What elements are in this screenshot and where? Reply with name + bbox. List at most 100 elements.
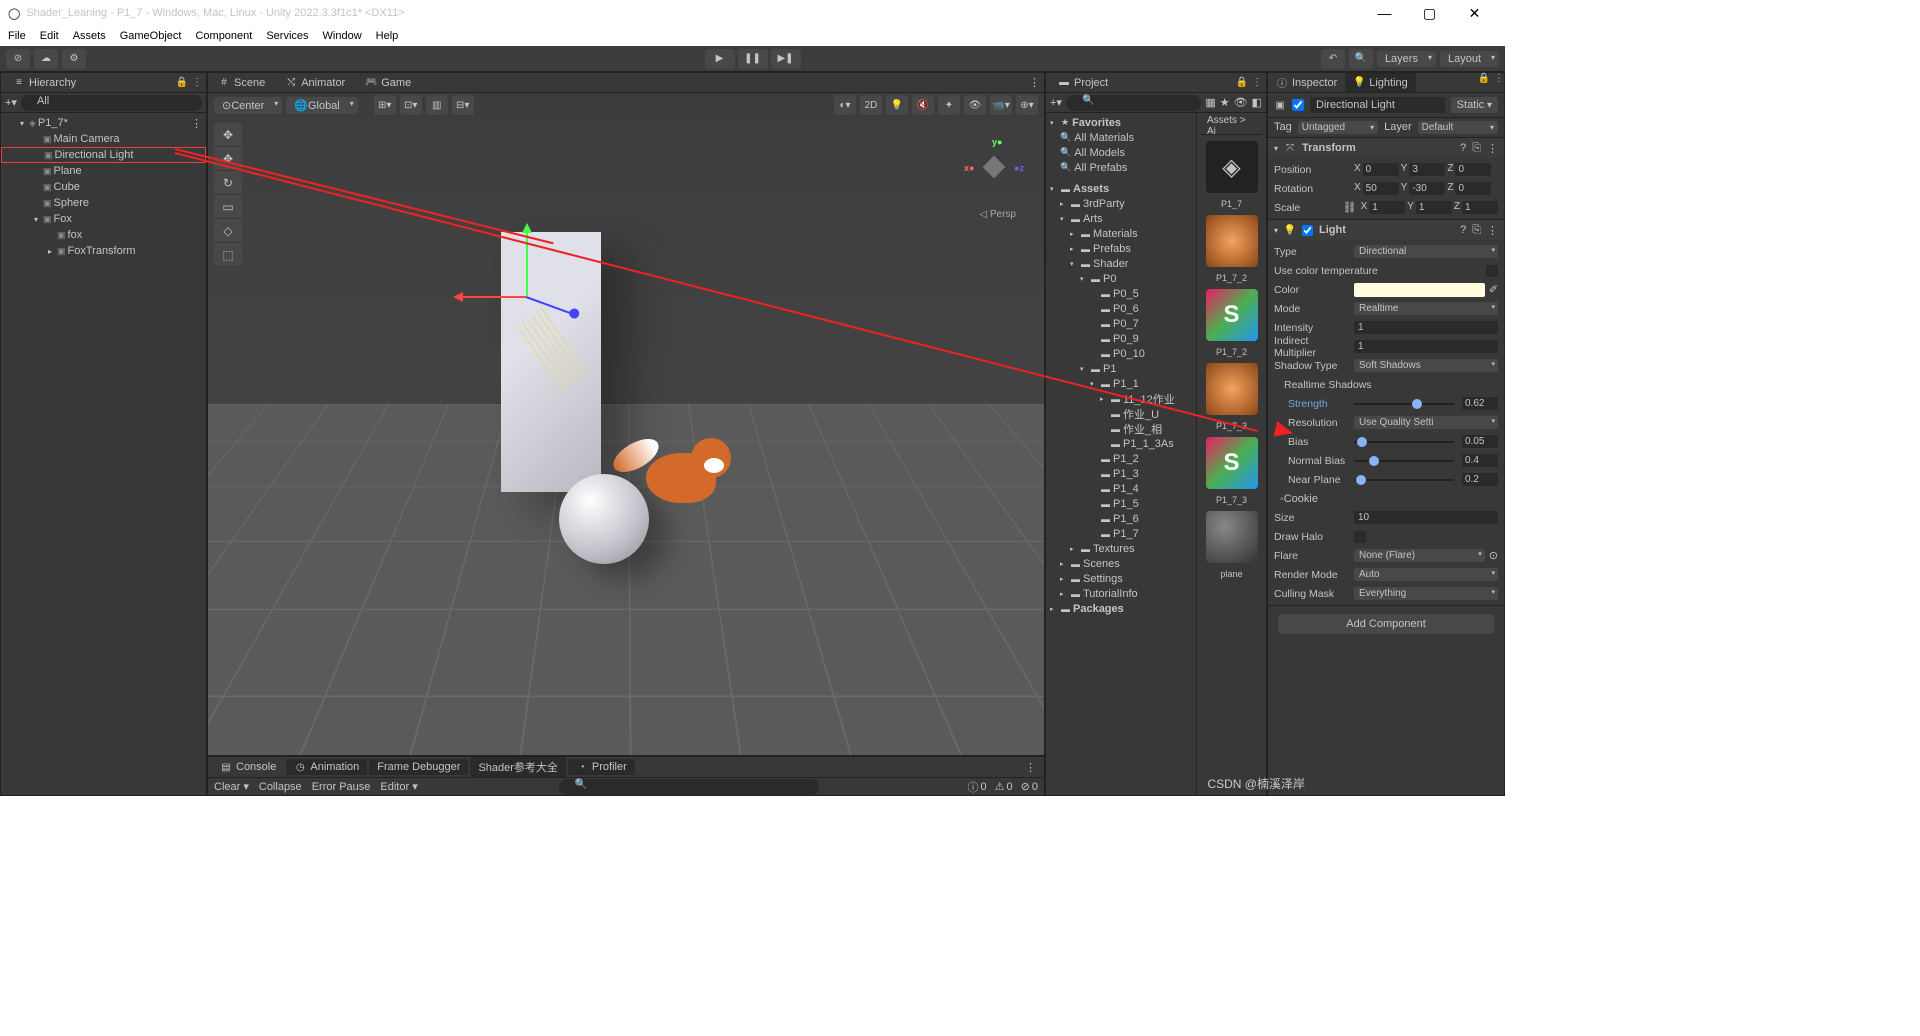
render-mode-dropdown[interactable]: Auto <box>1354 568 1498 581</box>
add-component-button[interactable]: Add Component <box>1278 614 1494 634</box>
favorite-icon[interactable]: ★ <box>1220 96 1230 109</box>
grid-visibility-button[interactable]: ⊟▾ <box>452 95 474 115</box>
project-folder[interactable]: ▬P0_6 <box>1046 301 1196 316</box>
scene-viewport[interactable]: ✥ ✥ ↻ ▭ ◇ ⬚ x●y●●z Persp <box>208 117 1044 755</box>
project-folder[interactable]: ▾▬Shader <box>1046 256 1196 271</box>
maximize-button[interactable]: ▢ <box>1407 0 1452 26</box>
project-folder[interactable]: ▬P1_1_3As <box>1046 436 1196 451</box>
project-folder[interactable]: ▾▬P1 <box>1046 361 1196 376</box>
projection-label[interactable]: Persp <box>979 209 1016 220</box>
tab-profiler[interactable]: ◔Profiler <box>568 759 635 775</box>
search-icon[interactable]: 🔍 <box>1349 49 1373 69</box>
hierarchy-item-fox[interactable]: ▾▣Fox <box>1 211 206 227</box>
undo-history-icon[interactable]: ↶ <box>1321 49 1345 69</box>
object-name-field[interactable]: Directional Light <box>1310 97 1445 113</box>
tab-frame-debugger[interactable]: Frame Debugger <box>369 759 468 775</box>
project-folder[interactable]: ▬P1_7 <box>1046 526 1196 541</box>
asset-thumb[interactable]: ◈ <box>1206 141 1258 193</box>
layers-dropdown[interactable]: Layers <box>1377 51 1436 67</box>
2d-toggle[interactable]: 2D <box>860 95 882 115</box>
panel-lock-icon[interactable]: 🔒 <box>1236 77 1248 88</box>
project-folder[interactable]: ▸▬Prefabs <box>1046 241 1196 256</box>
project-folder[interactable]: ▬P0_7 <box>1046 316 1196 331</box>
project-folder[interactable]: ▬P1_4 <box>1046 481 1196 496</box>
account-icon[interactable]: ⊘ <box>6 49 30 69</box>
project-folder[interactable]: ▾▬P0 <box>1046 271 1196 286</box>
normal-bias-field[interactable]: 0.4 <box>1462 454 1498 467</box>
near-plane-slider[interactable] <box>1354 473 1454 487</box>
asset-thumb[interactable]: S <box>1206 437 1258 489</box>
sca-z[interactable]: 1 <box>1462 201 1498 214</box>
create-dropdown[interactable]: +▾ <box>1050 96 1062 109</box>
menu-window[interactable]: Window <box>323 30 362 42</box>
menu-file[interactable]: File <box>8 30 26 42</box>
scene-root[interactable]: ▾◈P1_7*⋮ <box>1 115 206 131</box>
transform-header[interactable]: ▾⤧ Transform ? ⎘ ⋮ <box>1268 138 1504 158</box>
tab-game[interactable]: 🎮Game <box>355 75 421 91</box>
tab-animator[interactable]: ⤭Animator <box>275 75 355 91</box>
info-count[interactable]: ⓘ0 <box>968 779 987 795</box>
light-color-swatch[interactable] <box>1354 283 1485 297</box>
panel-menu-icon[interactable]: ⋮ <box>1025 76 1044 89</box>
error-pause-button[interactable]: Error Pause <box>312 781 371 793</box>
asset-thumb[interactable] <box>1206 215 1258 267</box>
project-folder[interactable]: ▸▬Textures <box>1046 541 1196 556</box>
help-icon[interactable]: ? <box>1460 224 1466 236</box>
menu-edit[interactable]: Edit <box>40 30 59 42</box>
hidden-icon[interactable]: 👁 <box>1234 96 1248 109</box>
draw-mode-dropdown[interactable]: ◐▾ <box>834 95 856 115</box>
indirect-field[interactable]: 1 <box>1354 340 1498 353</box>
lighting-toggle[interactable]: 💡 <box>886 95 908 115</box>
light-enabled-checkbox[interactable] <box>1302 225 1313 236</box>
strength-slider[interactable] <box>1354 397 1454 411</box>
project-folder[interactable]: ▬P1_3 <box>1046 466 1196 481</box>
collapse-button[interactable]: Collapse <box>259 781 302 793</box>
tab-lighting[interactable]: 💡Lighting <box>1345 73 1416 92</box>
cloud-icon[interactable]: ☁ <box>34 49 58 69</box>
hierarchy-item-foxtransform[interactable]: ▸▣FoxTransform <box>1 243 206 259</box>
menu-gameobject[interactable]: GameObject <box>120 30 182 42</box>
panel-menu-icon[interactable]: ⋮ <box>1021 761 1040 774</box>
asset-thumb[interactable] <box>1206 363 1258 415</box>
project-folder[interactable]: ▬P1_6 <box>1046 511 1196 526</box>
resolution-dropdown[interactable]: Use Quality Setti <box>1354 416 1498 429</box>
pivot-dropdown[interactable]: ⊙Center <box>214 97 282 114</box>
tab-shader-ref[interactable]: Shader参考大全 <box>470 757 565 777</box>
rot-z[interactable]: 0 <box>1455 182 1491 195</box>
menu-component[interactable]: Component <box>195 30 252 42</box>
pos-z[interactable]: 0 <box>1455 163 1491 176</box>
hidden-toggle[interactable]: 👁 <box>964 95 986 115</box>
transform-tool[interactable]: ⬚ <box>214 243 242 267</box>
component-menu-icon[interactable]: ⋮ <box>1487 142 1498 155</box>
shadow-type-dropdown[interactable]: Soft Shadows <box>1354 359 1498 372</box>
color-temp-checkbox[interactable] <box>1486 265 1498 277</box>
console-search[interactable]: 🔍 <box>559 779 819 795</box>
rect-tool[interactable]: ◇ <box>214 219 242 243</box>
hierarchy-item-fox-child[interactable]: ▣fox <box>1 227 206 243</box>
size-field[interactable]: 10 <box>1354 511 1498 524</box>
project-folder[interactable]: ▬P0_9 <box>1046 331 1196 346</box>
component-menu-icon[interactable]: ⋮ <box>1487 224 1498 237</box>
tab-console[interactable]: ▤Console <box>212 759 284 775</box>
object-picker-icon[interactable]: ⊙ <box>1489 549 1498 562</box>
light-mode-dropdown[interactable]: Realtime <box>1354 302 1498 315</box>
hierarchy-search[interactable]: All <box>21 95 202 111</box>
fav-all-materials[interactable]: 🔍All Materials <box>1046 130 1196 145</box>
rotate-tool[interactable]: ↻ <box>214 171 242 195</box>
panel-menu-icon[interactable]: ⋮ <box>1494 73 1504 92</box>
step-button[interactable]: ▶❚ <box>771 49 801 69</box>
hand-tool[interactable]: ✥ <box>214 123 242 147</box>
panel-menu-icon[interactable]: ⋮ <box>192 77 202 88</box>
play-button[interactable]: ▶ <box>705 49 735 69</box>
tab-project[interactable]: ▬Project <box>1050 75 1116 91</box>
rot-y[interactable]: -30 <box>1409 182 1445 195</box>
project-folder[interactable]: ▬P1_2 <box>1046 451 1196 466</box>
near-plane-field[interactable]: 0.2 <box>1462 473 1498 486</box>
scale-tool[interactable]: ▭ <box>214 195 242 219</box>
error-count[interactable]: ⊘0 <box>1021 779 1038 795</box>
project-folder[interactable]: ▸▬3rdParty <box>1046 196 1196 211</box>
intensity-field[interactable]: 1 <box>1354 321 1498 334</box>
project-folder[interactable]: ▬P1_5 <box>1046 496 1196 511</box>
fav-all-models[interactable]: 🔍All Models <box>1046 145 1196 160</box>
minimize-button[interactable]: — <box>1362 0 1407 26</box>
